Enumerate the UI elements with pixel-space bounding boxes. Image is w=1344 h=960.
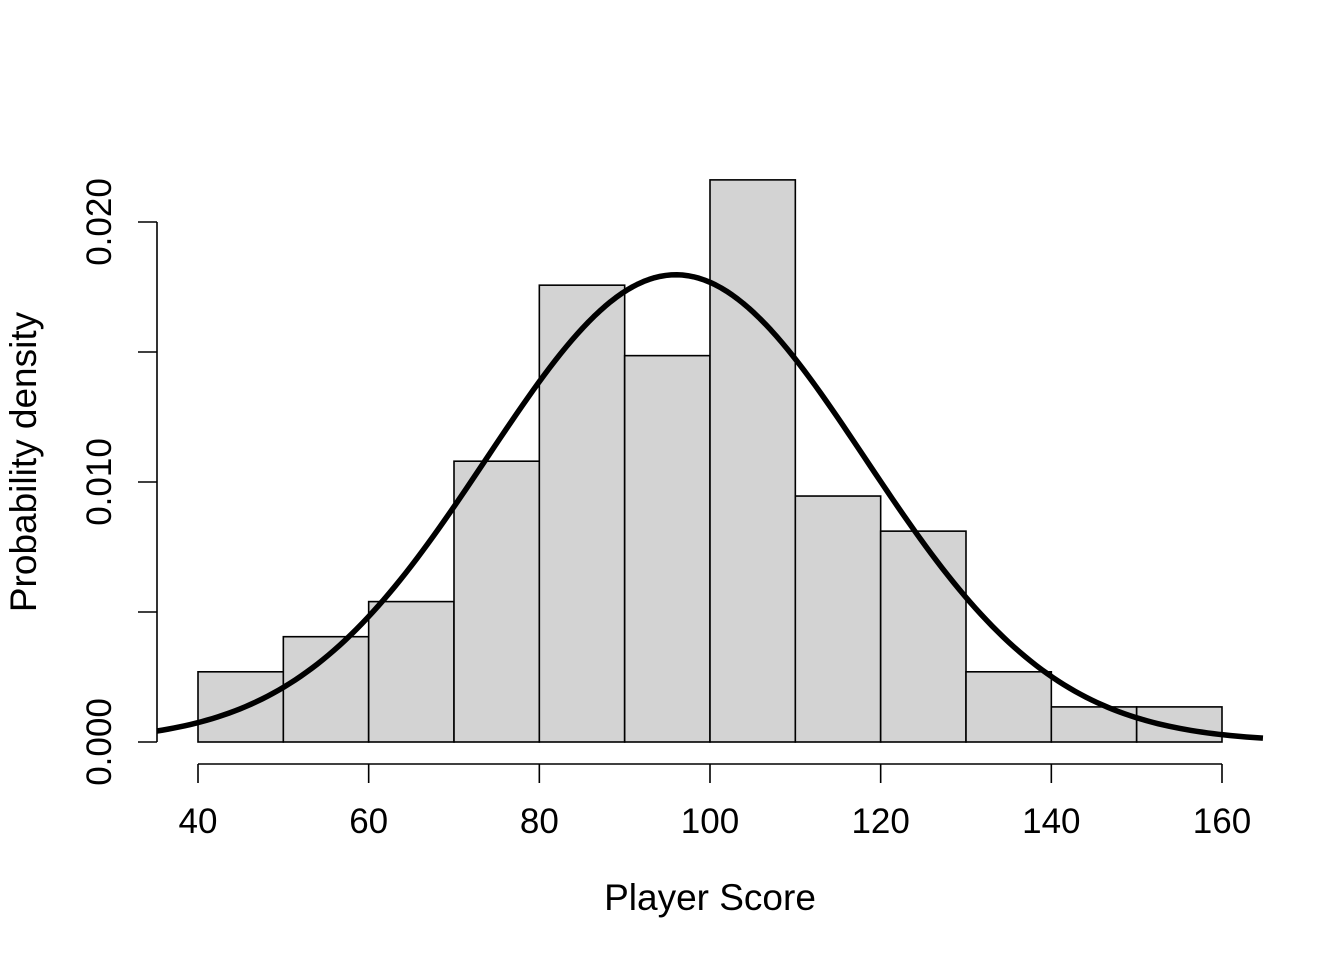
histogram-bar xyxy=(282,635,370,743)
x-tick-label: 60 xyxy=(349,802,388,841)
histogram-bar xyxy=(879,530,967,743)
y-axis-title: Probability density xyxy=(3,311,44,612)
x-axis: 40 60 80 100 120 140 160 xyxy=(179,763,1251,841)
y-tick-label: 0.000 xyxy=(80,698,119,786)
x-tick-label: 100 xyxy=(681,802,739,841)
x-tick-label: 140 xyxy=(1022,802,1080,841)
x-tick-label: 160 xyxy=(1193,802,1251,841)
histogram-chart: 0.000 0.010 0.020 40 60 80 100 120 140 160 Playe… xyxy=(3,178,1264,918)
x-tick-label: 120 xyxy=(851,802,909,841)
x-tick-label: 40 xyxy=(179,802,218,841)
y-axis: 0.000 0.010 0.020 xyxy=(80,178,158,786)
histogram-bar xyxy=(709,179,797,743)
histogram-bar xyxy=(794,495,882,743)
histogram-bar xyxy=(1135,706,1223,743)
y-tick-label: 0.020 xyxy=(80,178,119,266)
histogram-bar xyxy=(623,354,711,743)
x-axis-title: Player Score xyxy=(604,877,816,918)
y-tick-label: 0.010 xyxy=(80,438,119,526)
x-tick-label: 80 xyxy=(520,802,559,841)
histogram-bar xyxy=(965,670,1053,743)
histogram-bar xyxy=(453,460,541,743)
histogram-bar xyxy=(367,600,455,743)
histogram-bars xyxy=(197,179,1223,743)
histogram-bar xyxy=(538,284,626,743)
